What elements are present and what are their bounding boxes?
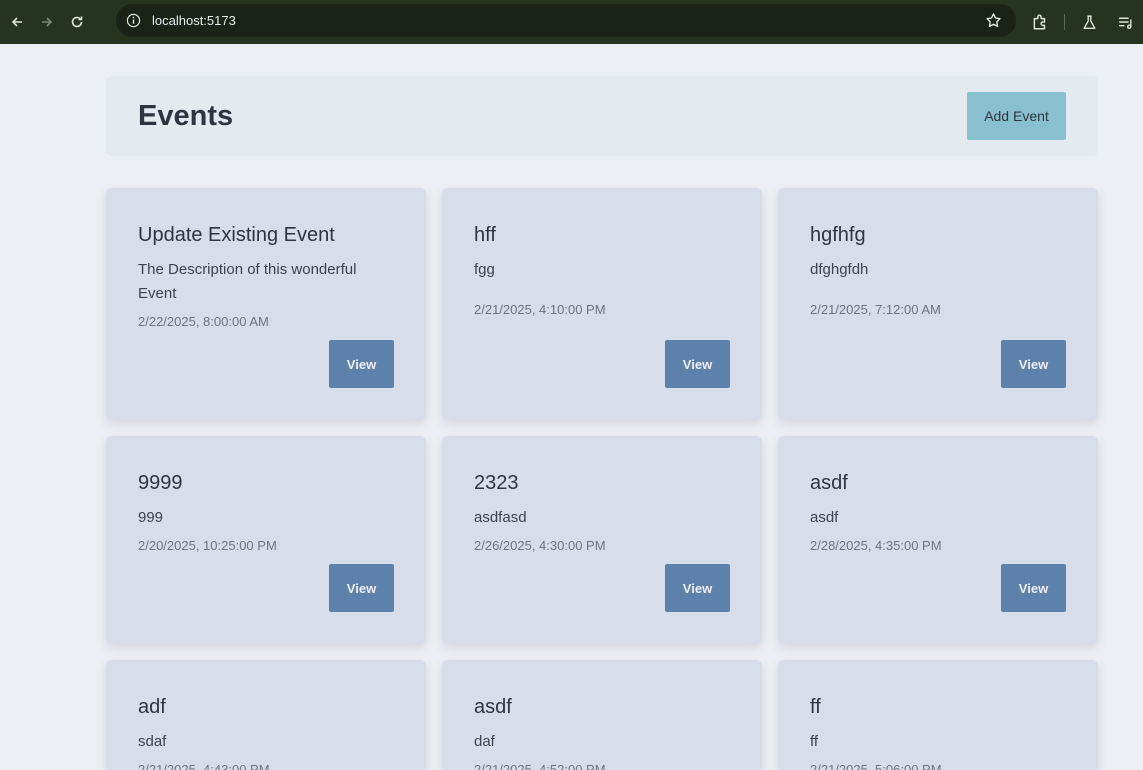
event-date: 2/26/2025, 4:30:00 PM bbox=[474, 538, 606, 553]
event-card: asdf asdf 2/28/2025, 4:35:00 PM View bbox=[778, 436, 1098, 644]
event-description: The Description of this wonderful Event bbox=[138, 261, 357, 302]
event-date: 2/21/2025, 5:06:00 PM bbox=[810, 762, 942, 770]
event-description: fgg bbox=[474, 261, 495, 278]
add-event-button[interactable]: Add Event bbox=[967, 92, 1066, 140]
event-date: 2/20/2025, 10:25:00 PM bbox=[138, 538, 277, 553]
extensions-puzzle-icon[interactable] bbox=[1030, 12, 1050, 32]
labs-flask-icon[interactable] bbox=[1079, 12, 1099, 32]
event-card: ff ff 2/21/2025, 5:06:00 PM bbox=[778, 660, 1098, 770]
event-title: asdf bbox=[810, 472, 848, 494]
event-date: 2/21/2025, 4:10:00 PM bbox=[474, 302, 606, 317]
event-title: ff bbox=[810, 696, 821, 718]
back-icon[interactable] bbox=[5, 10, 29, 34]
event-date: 2/22/2025, 8:00:00 AM bbox=[138, 314, 269, 329]
event-description: asdf bbox=[810, 509, 839, 526]
page-title: Events bbox=[138, 100, 234, 132]
event-description: sdaf bbox=[138, 733, 167, 750]
event-title: 2323 bbox=[474, 472, 519, 494]
event-title: 9999 bbox=[138, 472, 183, 494]
view-event-button[interactable]: View bbox=[665, 564, 730, 612]
forward-icon[interactable] bbox=[35, 10, 59, 34]
view-event-button[interactable]: View bbox=[1001, 340, 1066, 388]
view-event-button[interactable]: View bbox=[329, 340, 394, 388]
browser-toolbar: localhost:5173 bbox=[0, 0, 1143, 44]
site-info-icon[interactable] bbox=[125, 13, 141, 29]
event-card: adf sdaf 2/21/2025, 4:43:00 PM bbox=[106, 660, 426, 770]
event-card: asdf daf 2/21/2025, 4:52:00 PM bbox=[442, 660, 762, 770]
event-date: 2/21/2025, 7:12:00 AM bbox=[810, 302, 941, 317]
event-title: hff bbox=[474, 224, 496, 246]
event-card: 2323 asdfasd 2/26/2025, 4:30:00 PM View bbox=[442, 436, 762, 644]
view-event-button[interactable]: View bbox=[329, 564, 394, 612]
page-header: Events Add Event bbox=[106, 76, 1098, 156]
event-title: hgfhfg bbox=[810, 224, 866, 246]
event-date: 2/21/2025, 4:52:00 PM bbox=[474, 762, 606, 770]
event-description: asdfasd bbox=[474, 509, 527, 526]
toolbar-divider bbox=[1064, 14, 1065, 30]
event-date: 2/21/2025, 4:43:00 PM bbox=[138, 762, 270, 770]
event-card: hgfhfg dfghgfdh 2/21/2025, 7:12:00 AM Vi… bbox=[778, 188, 1098, 420]
view-event-button[interactable]: View bbox=[665, 340, 730, 388]
view-event-button[interactable]: View bbox=[1001, 564, 1066, 612]
event-card: 9999 999 2/20/2025, 10:25:00 PM View bbox=[106, 436, 426, 644]
event-date: 2/28/2025, 4:35:00 PM bbox=[810, 538, 942, 553]
event-title: Update Existing Event bbox=[138, 224, 335, 246]
event-title: adf bbox=[138, 696, 166, 718]
extension-area bbox=[1022, 0, 1143, 44]
event-card: Update Existing Event The Description of… bbox=[106, 188, 426, 420]
event-description: 999 bbox=[138, 509, 164, 526]
event-description: dfghgfdh bbox=[810, 261, 869, 278]
event-description: daf bbox=[474, 733, 495, 750]
address-bar[interactable]: localhost:5173 bbox=[116, 4, 1016, 37]
event-card: hff fgg 2/21/2025, 4:10:00 PM View bbox=[442, 188, 762, 420]
url-text[interactable]: localhost:5173 bbox=[152, 13, 236, 28]
reload-icon[interactable] bbox=[65, 10, 89, 34]
reading-list-icon[interactable] bbox=[1115, 12, 1135, 32]
event-title: asdf bbox=[474, 696, 512, 718]
event-description: ff bbox=[810, 733, 819, 750]
bookmark-star-icon[interactable] bbox=[985, 12, 1002, 29]
